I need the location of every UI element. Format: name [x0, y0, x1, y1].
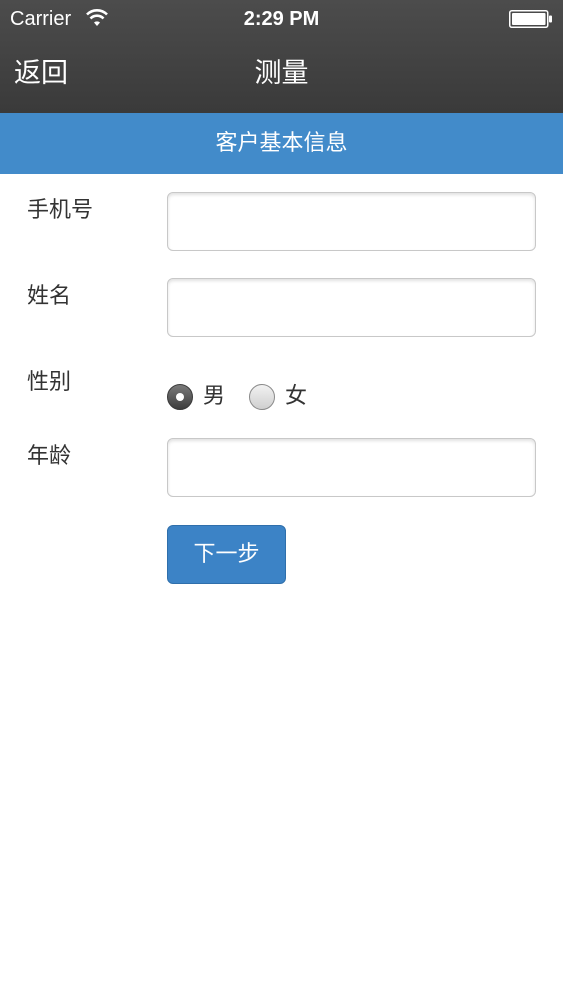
gender-label: 性别 — [27, 370, 72, 395]
gender-radio-group: 男 女 — [167, 380, 331, 414]
gender-option-female[interactable]: 女 — [249, 383, 307, 411]
navigation-bar: 返回 测量 — [0, 38, 563, 113]
male-label: 男 — [203, 384, 226, 409]
name-input[interactable] — [167, 278, 536, 337]
top-bar: Carrier 2:29 PM 返回 测量 — [0, 0, 563, 113]
battery-icon — [509, 10, 552, 28]
age-label: 年龄 — [27, 444, 72, 469]
female-radio-button[interactable] — [249, 384, 276, 410]
name-label: 姓名 — [27, 284, 72, 309]
section-header: 客户基本信息 — [0, 113, 563, 174]
female-label: 女 — [285, 384, 308, 409]
phone-screen: Carrier 2:29 PM 返回 测量 客户基本信息 手机号 姓名 性别 男 — [0, 0, 563, 1000]
gender-option-male[interactable]: 男 — [167, 383, 225, 411]
male-radio-button[interactable] — [167, 384, 193, 410]
status-bar: Carrier 2:29 PM — [0, 0, 563, 38]
age-input[interactable] — [167, 438, 536, 497]
status-time: 2:29 PM — [243, 8, 320, 30]
phone-label: 手机号 — [27, 198, 94, 223]
phone-input[interactable] — [167, 192, 536, 251]
page-title: 测量 — [254, 58, 309, 89]
next-step-button[interactable]: 下一步 — [167, 525, 286, 584]
